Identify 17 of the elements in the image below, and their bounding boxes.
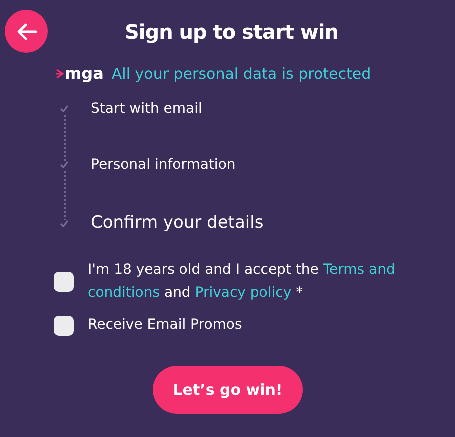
security-message: All your personal data is protected	[112, 64, 372, 85]
submit-button[interactable]: Let’s go win!	[153, 366, 303, 414]
checkbox[interactable]	[54, 272, 74, 292]
consent-text: I'm 18 years old and I accept the Terms and conditions and Privacy policy *	[88, 261, 396, 303]
policy-link[interactable]: Terms and	[323, 262, 396, 278]
back-arrow-icon	[16, 22, 38, 40]
step-label: Start with email	[91, 100, 202, 118]
policy-link[interactable]: Privacy policy	[195, 285, 292, 301]
back-button[interactable]	[5, 10, 48, 53]
brand-logo: mga	[56, 62, 104, 86]
checkbox[interactable]	[54, 316, 74, 336]
checkbox-label: Receive Email Promos	[88, 316, 244, 335]
check-icon	[60, 105, 69, 113]
step-label: Confirm your details	[91, 212, 264, 236]
step-label: Personal information	[91, 156, 236, 174]
policy-link[interactable]: conditions	[88, 285, 160, 301]
page-title: Sign up to start win	[125, 18, 338, 46]
